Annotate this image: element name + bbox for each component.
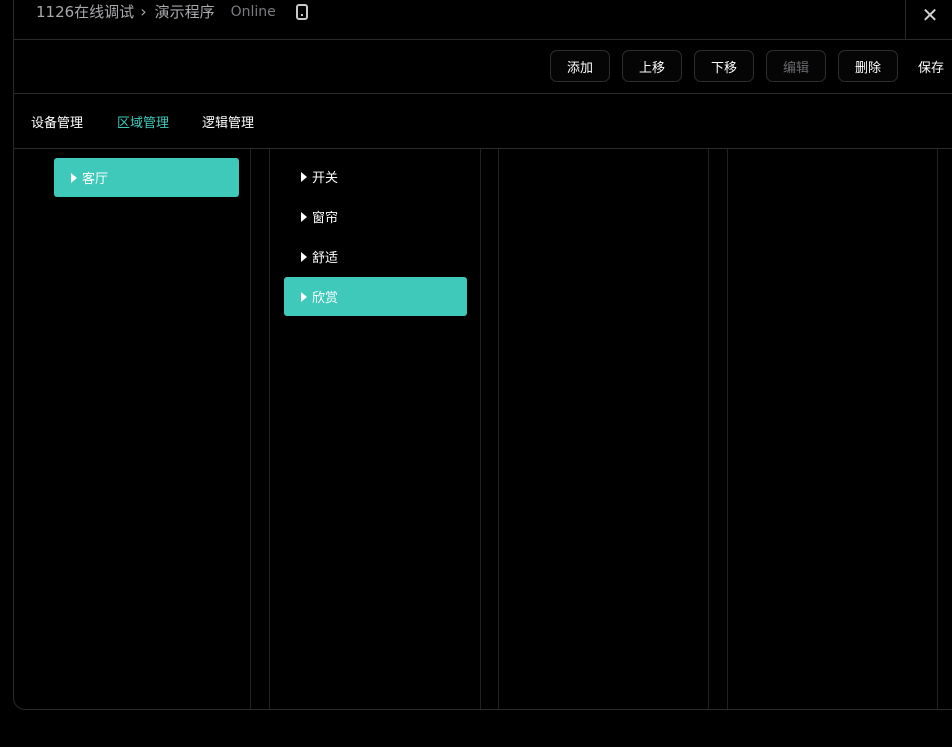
column-divider	[708, 149, 709, 709]
toolbar: 添加 上移 下移 编辑 删除 保存	[14, 39, 952, 94]
title-bar: 1126在线调试 › 演示程序 Online ✕	[14, 0, 952, 40]
scene-item-label: 开关	[312, 171, 339, 186]
scene-item-label: 窗帘	[312, 211, 339, 226]
column-divider	[250, 149, 251, 709]
scene-item-switch[interactable]: 开关	[284, 157, 467, 196]
column-divider	[498, 149, 499, 709]
app-window: 1126在线调试 › 演示程序 Online ✕ 添加 上移 下移 编辑 删除 …	[13, 0, 952, 710]
project-name[interactable]: 1126在线调试	[36, 1, 134, 22]
close-icon: ✕	[921, 3, 939, 27]
chevron-right-icon: ›	[140, 2, 147, 21]
breadcrumb: 1126在线调试 › 演示程序 Online	[36, 1, 308, 22]
connection-status: Online	[230, 3, 276, 20]
delete-button[interactable]: 删除	[838, 50, 898, 82]
save-button[interactable]: 保存	[911, 50, 951, 82]
scene-item-label: 欣赏	[312, 291, 339, 306]
caret-right-icon	[71, 172, 77, 183]
move-down-button[interactable]: 下移	[694, 50, 754, 82]
scene-item-curtain[interactable]: 窗帘	[284, 197, 467, 236]
area-item-label: 客厅	[82, 172, 109, 187]
scene-item-label: 舒适	[312, 251, 339, 266]
scene-item-comfort[interactable]: 舒适	[284, 237, 467, 276]
area-item-living-room[interactable]: 客厅	[54, 158, 239, 197]
edit-button[interactable]: 编辑	[766, 50, 826, 82]
add-button[interactable]: 添加	[550, 50, 610, 82]
column-divider	[937, 149, 938, 709]
caret-right-icon	[301, 211, 307, 222]
device-icon[interactable]	[295, 3, 308, 20]
tab-logic-management[interactable]: 逻辑管理	[202, 112, 254, 131]
move-up-button[interactable]: 上移	[622, 50, 682, 82]
tab-area-management[interactable]: 区域管理	[117, 112, 169, 131]
caret-right-icon	[301, 251, 307, 262]
column-divider	[727, 149, 728, 709]
tab-device-management[interactable]: 设备管理	[31, 112, 83, 131]
column-divider	[269, 149, 270, 709]
caret-right-icon	[301, 171, 307, 182]
tab-bar: 设备管理 区域管理 逻辑管理	[14, 93, 952, 149]
column-divider	[480, 149, 481, 709]
close-button[interactable]: ✕	[905, 0, 952, 39]
program-name: 演示程序	[154, 3, 215, 21]
caret-right-icon	[301, 291, 307, 302]
scene-item-appreciate[interactable]: 欣赏	[284, 277, 467, 316]
